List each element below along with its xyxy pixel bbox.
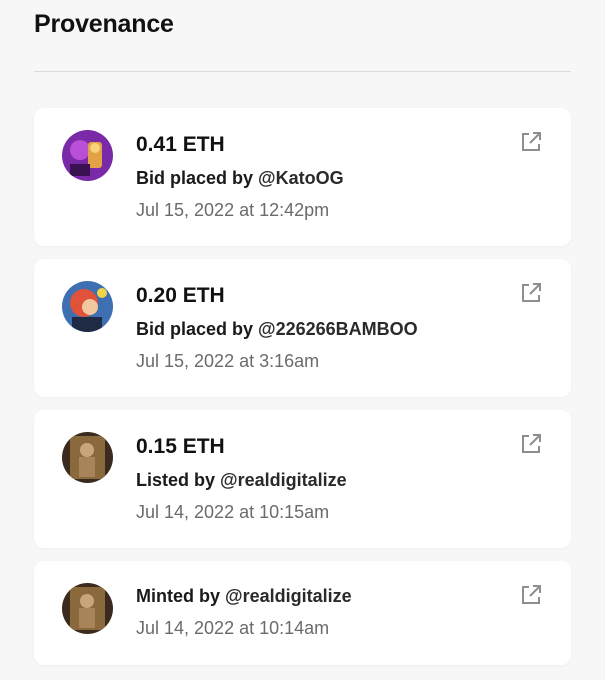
user-link[interactable]: @226266BAMBOO [258,319,418,339]
event-action: Minted by [136,586,220,606]
event-description: Bid placed by @KatoOG [136,168,344,189]
user-link[interactable]: @realdigitalize [225,586,352,606]
price: 0.20 ETH [136,284,225,307]
external-link-icon[interactable] [519,281,543,305]
user-link[interactable]: @KatoOG [258,168,344,188]
event-action: Bid placed by [136,168,254,188]
event-description: Minted by @realdigitalize [136,586,352,607]
event-date: Jul 15, 2022 at 3:16am [136,351,320,371]
avatar[interactable] [62,281,113,332]
avatar[interactable] [62,432,113,483]
price: 0.15 ETH [136,435,225,458]
user-link[interactable]: @realdigitalize [220,470,347,490]
event-description: Listed by @realdigitalize [136,470,347,491]
event-date: Jul 14, 2022 at 10:14am [136,618,330,638]
provenance-item[interactable]: 0.15 ETH Listed by @realdigitalize Jul 1… [34,410,571,548]
divider [34,71,571,72]
event-date: Jul 15, 2022 at 12:42pm [136,200,330,220]
provenance-item[interactable]: 0.41 ETH Bid placed by @KatoOG Jul 15, 2… [34,108,571,246]
event-action: Bid placed by [136,319,254,339]
avatar[interactable] [62,583,113,634]
event-date: Jul 14, 2022 at 10:15am [136,502,330,522]
price: 0.41 ETH [136,133,225,156]
external-link-icon[interactable] [519,583,543,607]
page-title: Provenance [34,10,174,38]
external-link-icon[interactable] [519,432,543,456]
event-description: Bid placed by @226266BAMBOO [136,319,418,340]
provenance-item[interactable]: 0.20 ETH Bid placed by @226266BAMBOO Jul… [34,259,571,397]
event-action: Listed by [136,470,216,490]
provenance-item[interactable]: Minted by @realdigitalize Jul 14, 2022 a… [34,561,571,665]
avatar[interactable] [62,130,113,181]
external-link-icon[interactable] [519,130,543,154]
